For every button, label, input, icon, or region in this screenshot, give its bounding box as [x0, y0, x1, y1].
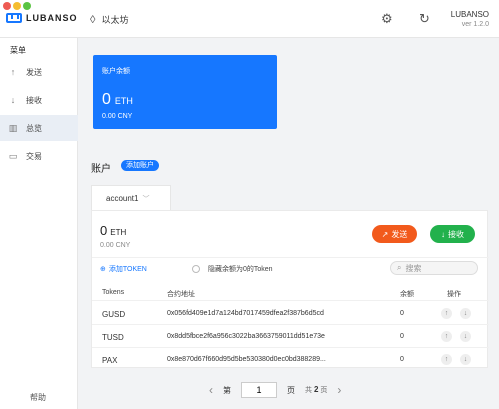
account-balance-value: 0: [100, 223, 108, 238]
send-button-label: 发送: [391, 229, 408, 239]
table-row: PAX 0x8e870d67f660d95d5be530380d0ec0bd38…: [92, 348, 489, 371]
token-balance: 0: [400, 310, 404, 317]
account-name: account1: [106, 194, 139, 203]
page-suffix: 页: [287, 385, 295, 395]
table-row: TUSD 0x8dd5fbce2f6a956c3022ba3663759011d…: [92, 325, 489, 348]
token-address: 0x8e870d67f660d95d5be530380d0ec0bd388289…: [167, 356, 326, 363]
logo-text: LUBANSO: [26, 13, 78, 23]
receive-token-icon[interactable]: ↓: [460, 354, 471, 365]
add-account-button[interactable]: 添加账户: [121, 160, 159, 171]
add-token-button[interactable]: ⊕ 添加TOKEN: [100, 264, 147, 274]
pagination: ‹ 第 页 共 2 页 ›: [209, 382, 341, 398]
token-ops: ↑ ↓: [441, 331, 479, 342]
send-token-icon[interactable]: ↑: [441, 354, 452, 365]
title-bar: LUBANSO ◊ 以太坊 ⚙ ↻ LUBANSO ver 1.2.0: [0, 0, 499, 38]
transactions-icon: ▭: [8, 150, 18, 161]
account-balance-unit: ETH: [110, 228, 127, 237]
network-label: 以太坊: [101, 15, 129, 25]
column-header-ops: 操作: [447, 291, 461, 298]
chevron-down-icon: ﹀: [142, 195, 150, 203]
previous-page-icon[interactable]: ‹: [209, 383, 213, 397]
token-symbol: GUSD: [102, 310, 126, 319]
accounts-title: 账户: [91, 164, 111, 175]
sidebar-item-receive[interactable]: ↓ 接收: [0, 87, 78, 113]
token-ops: ↑ ↓: [441, 308, 479, 319]
hide-zero-radio[interactable]: [192, 265, 200, 273]
refresh-icon[interactable]: ↻: [419, 12, 430, 26]
sidebar-item-label: 接收: [26, 95, 42, 105]
logo-icon: [6, 13, 22, 23]
send-token-icon[interactable]: ↑: [441, 331, 452, 342]
close-window-button[interactable]: [3, 2, 11, 10]
overview-icon: ▥: [8, 122, 18, 133]
help-link[interactable]: 帮助: [30, 392, 46, 403]
hide-zero-label: 隐藏余额为0的Token: [208, 266, 273, 273]
app-version: ver 1.2.0: [461, 21, 489, 28]
column-header-token: Tokens: [102, 289, 125, 296]
token-balance: 0: [400, 356, 404, 363]
app-info: LUBANSO ver 1.2.0: [451, 10, 489, 30]
total-suffix: 页: [320, 387, 328, 394]
receive-icon: ↓: [10, 95, 16, 105]
balance-card-title: 账户余额: [102, 68, 130, 75]
receive-token-icon[interactable]: ↓: [460, 331, 471, 342]
settings-icon[interactable]: ⚙: [381, 12, 393, 26]
account-panel: 0 ETH 0.00 CNY ↗ 发送 ↓ 接收 ⊕ 添加TOKEN 隐藏余额为0…: [91, 210, 489, 371]
column-header-balance: 余额: [400, 291, 414, 298]
token-toolbar: ⊕ 添加TOKEN 隐藏余额为0的Token ⌕: [92, 257, 489, 277]
send-button[interactable]: ↗ 发送: [372, 225, 417, 243]
page-total: 共 2 页: [305, 385, 327, 395]
minimize-window-button[interactable]: [13, 2, 21, 10]
receive-token-icon[interactable]: ↓: [460, 308, 471, 319]
maximize-window-button[interactable]: [23, 2, 31, 10]
ethereum-icon: ◊: [90, 13, 96, 26]
receive-button[interactable]: ↓ 接收: [430, 225, 475, 243]
balance-value: 0: [102, 91, 111, 108]
sidebar: 菜单 ↑ 发送 ↓ 接收 ▥ 总览 ▭ 交易 帮助: [0, 38, 78, 409]
add-token-label: 添加TOKEN: [108, 266, 147, 273]
app-logo: LUBANSO: [6, 13, 78, 23]
token-balance: 0: [400, 333, 404, 340]
balance-amount: 0 ETH: [102, 91, 133, 109]
token-address: 0x056fd409e1d7a124bd7017459dfea2f387b6d5…: [167, 310, 324, 317]
hide-zero-toggle[interactable]: 隐藏余额为0的Token: [192, 264, 273, 274]
receive-arrow-icon: ↓: [441, 229, 445, 239]
plus-circle-icon: ⊕: [100, 266, 106, 273]
balance-unit: ETH: [114, 96, 133, 106]
receive-button-label: 接收: [448, 229, 464, 239]
page-input[interactable]: [241, 382, 277, 398]
network-selector[interactable]: ◊ 以太坊: [90, 13, 128, 26]
token-symbol: TUSD: [102, 333, 124, 342]
sidebar-item-label: 交易: [26, 151, 42, 161]
account-balance: 0 ETH: [100, 223, 126, 238]
total-pages: 2: [313, 385, 319, 394]
column-header-address: 合约地址: [167, 291, 195, 298]
sidebar-item-label: 总览: [26, 123, 42, 133]
send-icon: ↑: [10, 67, 16, 77]
page-prefix: 第: [223, 385, 231, 395]
token-address: 0x8dd5fbce2f6a956c3022ba3663759011dd51e7…: [167, 333, 325, 340]
sidebar-item-label: 发送: [26, 67, 42, 77]
main-content: 账户余额 0 ETH 0.00 CNY 账户 添加账户 account1 ﹀ 0E…: [79, 39, 499, 409]
app-name: LUBANSO: [450, 10, 489, 19]
token-table-header: Tokens 合约地址 余额 操作: [92, 281, 489, 301]
sidebar-item-overview[interactable]: ▥ 总览: [0, 115, 78, 141]
sidebar-item-send[interactable]: ↑ 发送: [0, 59, 78, 85]
balance-cny: 0.00 CNY: [102, 113, 133, 120]
token-symbol: PAX: [102, 356, 118, 365]
token-ops: ↑ ↓: [441, 354, 479, 365]
token-search[interactable]: ⌕: [390, 261, 478, 275]
account-selector[interactable]: account1 ﹀: [91, 185, 171, 211]
menu-title: 菜单: [10, 46, 26, 55]
search-icon: ⌕: [397, 263, 402, 272]
table-row: GUSD 0x056fd409e1d7a124bd7017459dfea2f38…: [92, 302, 489, 325]
send-arrow-icon: ↗: [381, 229, 389, 239]
balance-card: 账户余额 0 ETH 0.00 CNY: [93, 55, 277, 129]
sidebar-item-transactions[interactable]: ▭ 交易: [0, 143, 78, 169]
account-balance-cny: 0.00 CNY: [100, 242, 131, 249]
total-prefix: 共: [305, 387, 312, 394]
search-input[interactable]: [405, 263, 466, 273]
send-token-icon[interactable]: ↑: [441, 308, 452, 319]
next-page-icon[interactable]: ›: [337, 383, 341, 397]
